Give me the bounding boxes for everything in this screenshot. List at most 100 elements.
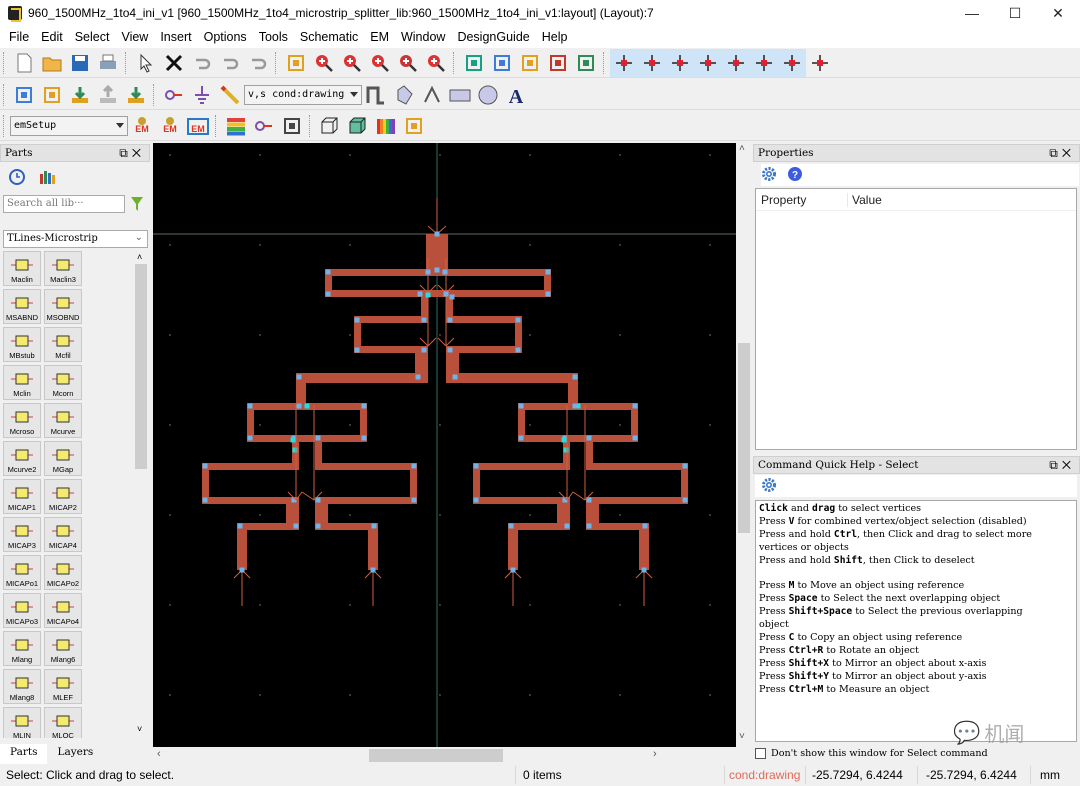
align-icon[interactable] [460,49,488,77]
push-in-icon[interactable] [66,81,94,109]
vertex-marker[interactable] [447,347,453,353]
tune-icon[interactable] [38,81,66,109]
menu-em[interactable]: EM [364,30,395,44]
horizontal-scroll-thumb[interactable] [369,749,503,762]
part-mcroso[interactable]: Mcroso [3,403,41,438]
vertex-marker[interactable] [296,374,302,380]
polyline-icon[interactable] [362,81,390,109]
microstrip-segment[interactable] [518,435,638,442]
menu-select[interactable]: Select [69,30,116,44]
vertex-marker[interactable] [510,567,516,573]
selected-vertex[interactable] [304,403,310,409]
vertex-marker[interactable] [421,317,427,323]
library-browser-icon[interactable] [38,168,56,186]
vertex-marker[interactable] [202,497,208,503]
gear-icon[interactable] [761,477,777,493]
vertex-marker[interactable] [417,291,423,297]
parts-scrollbar[interactable]: ˄ ˅ [134,250,148,740]
part-micap2[interactable]: MICAP2 [44,479,82,514]
help-icon[interactable]: ? [787,166,803,182]
parts-scroll-thumb[interactable] [135,264,147,469]
vertex-marker[interactable] [411,497,417,503]
microstrip-segment[interactable] [296,373,428,383]
vertex-marker[interactable] [518,435,524,441]
float-panel-icon[interactable]: ⧉ [119,146,132,160]
dont-show-checkbox[interactable] [755,748,766,759]
toolbar-grip[interactable] [215,114,219,137]
vertex-marker[interactable] [325,291,331,297]
flip-icon[interactable] [572,49,600,77]
close-panel-icon[interactable]: ✕ [1062,458,1075,472]
vertex-marker[interactable] [632,435,638,441]
toolbar-grip[interactable] [3,51,7,74]
repeat-icon[interactable] [244,49,272,77]
vertex-marker[interactable] [237,523,243,529]
vertex-marker[interactable] [434,267,440,273]
toolbar-grip[interactable] [275,51,279,74]
scroll-right-icon[interactable]: › [653,748,657,760]
menu-view[interactable]: View [115,30,154,44]
scroll-down-icon[interactable]: ˅ [739,731,745,742]
part-mcorn[interactable]: Mcorn [44,365,82,400]
part-micapo4[interactable]: MICAPo4 [44,593,82,628]
microstrip-segment[interactable] [473,497,570,504]
snap-midpoint-icon[interactable] [694,48,722,77]
part-micapo3[interactable]: MICAPo3 [3,593,41,628]
zoom-out-2-icon[interactable] [394,49,422,77]
circle-icon[interactable] [474,81,502,109]
toolbar-grip[interactable] [3,83,7,106]
vertex-marker[interactable] [296,403,302,409]
layout-drawing[interactable] [153,143,736,747]
microstrip-segment[interactable] [202,497,299,504]
vertical-scroll-thumb[interactable] [738,343,750,533]
distribute-icon[interactable] [488,49,516,77]
vertex-marker[interactable] [325,269,331,275]
float-panel-icon[interactable]: ⧉ [1049,458,1062,472]
snap-intersection-icon[interactable] [778,48,806,77]
vertex-marker[interactable] [442,269,448,275]
dont-show-checkbox-row[interactable]: Don't show this window for Select comman… [755,748,988,759]
microstrip-segment[interactable] [315,463,417,470]
vertex-marker[interactable] [572,374,578,380]
menu-schematic[interactable]: Schematic [294,30,364,44]
close-panel-icon[interactable]: ✕ [132,146,145,160]
part-micapo1[interactable]: MICAPo1 [3,555,41,590]
port-editor-icon[interactable] [250,112,278,140]
vertex-marker[interactable] [572,403,578,409]
part-msobnd[interactable]: MSOBND [44,289,82,324]
microstrip-segment[interactable] [325,290,551,297]
part-maclin[interactable]: Maclin [3,251,41,286]
snap-vertex-icon[interactable] [666,48,694,77]
part-mclin[interactable]: Mclin [3,365,41,400]
vertex-marker[interactable] [452,374,458,380]
zoom-fit-icon[interactable] [422,49,450,77]
em-stop-icon[interactable]: EM [156,112,184,140]
vertex-marker[interactable] [421,347,427,353]
generate-layout-icon[interactable] [122,81,150,109]
vertical-scrollbar[interactable]: ˄ ˅ [736,143,752,747]
minimize-button[interactable]: — [950,0,994,26]
part-mbstub[interactable]: MBstub [3,327,41,362]
3d-wireframe-icon[interactable] [316,112,344,140]
parts-search-input[interactable]: Search all lib··· [3,195,125,213]
vertex-marker[interactable] [315,523,321,529]
selected-vertex[interactable] [290,437,296,443]
library-select[interactable]: TLines-Microstrip ⌄ [3,230,148,248]
vertex-marker[interactable] [632,403,638,409]
snap-edge-icon[interactable] [722,48,750,77]
part-mlang6[interactable]: Mlang6 [44,631,82,666]
open-folder-icon[interactable] [38,49,66,77]
menu-window[interactable]: Window [395,30,451,44]
scroll-up-icon[interactable]: ˄ [137,252,142,262]
tab-parts[interactable]: Parts [0,744,48,764]
part-micap1[interactable]: MICAP1 [3,479,41,514]
vertex-marker[interactable] [370,567,376,573]
em-simulate-icon[interactable]: EM [128,112,156,140]
menu-options[interactable]: Options [198,30,253,44]
vertex-marker[interactable] [411,463,417,469]
move-to-layer-icon[interactable] [516,49,544,77]
vertex-marker[interactable] [642,523,648,529]
microstrip-segment[interactable] [446,373,578,383]
output-feed[interactable] [237,523,247,570]
scroll-down-icon[interactable]: ˅ [137,724,142,734]
